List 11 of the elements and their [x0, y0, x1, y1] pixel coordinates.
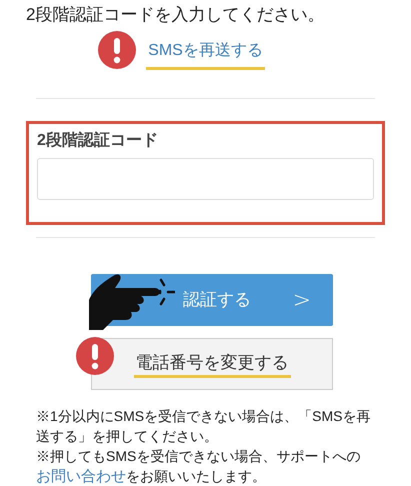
instruction-text: 2段階認証コードを入力してください。: [25, 4, 326, 26]
pointing-hand-icon: [89, 272, 175, 330]
contact-link[interactable]: お問い合わせ: [36, 468, 126, 485]
note-text: ※1分以内にSMSを受信できない場合は、「SMSを再送する」を押してください。: [36, 407, 372, 446]
field-label: 2段階認証コード: [37, 130, 159, 151]
code-input-field[interactable]: [37, 158, 374, 200]
exclamation-icon: [75, 336, 115, 376]
change-phone-button[interactable]: 電話番号を変更する: [91, 338, 333, 390]
note-text: ※押してもSMSを受信できない場合、サポートへの お問い合わせをお願いいたします。: [36, 447, 362, 486]
exclamation-icon: [97, 30, 137, 70]
resend-sms-link[interactable]: SMSを再送する: [146, 36, 265, 70]
